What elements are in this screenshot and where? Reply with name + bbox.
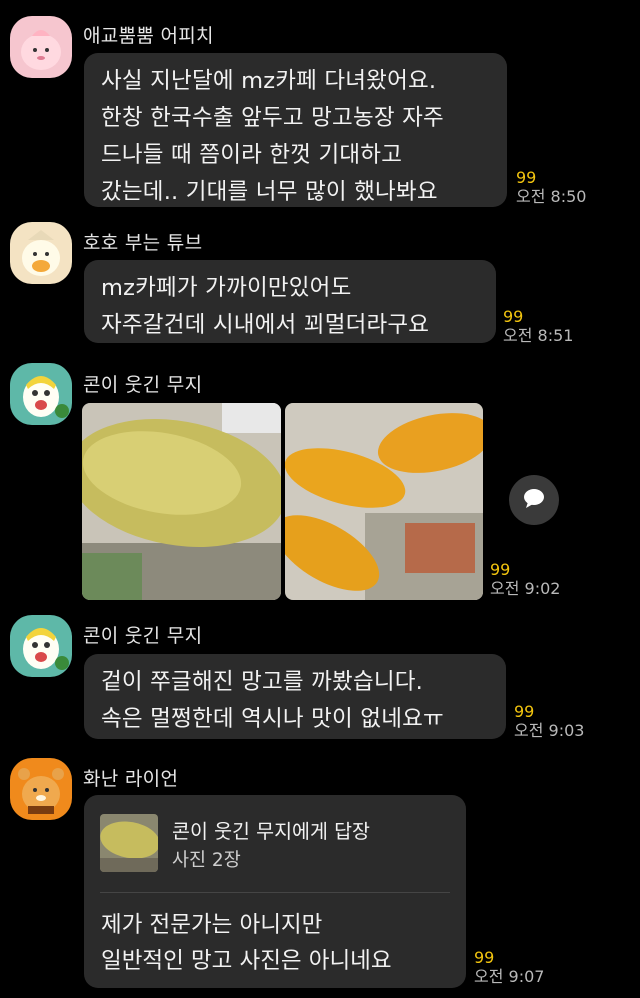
- reply-subtitle: 사진 2장: [172, 850, 241, 871]
- message-meta: 99 오전 8:51: [503, 307, 573, 345]
- message-line: 갔는데.. 기대를 너무 많이 했나봐요: [101, 179, 438, 205]
- tube-avatar-icon[interactable]: [10, 222, 72, 284]
- reply-title: 콘이 웃긴 무지에게 답장: [172, 820, 370, 843]
- unread-count: 99: [503, 307, 524, 326]
- message-bubble[interactable]: 겉이 쭈글해진 망고를 까봤습니다. 속은 멀쩡한데 역시나 맛이 없네요ㅠ: [84, 654, 506, 739]
- whole-mango-photo[interactable]: [82, 403, 281, 600]
- muzi-avatar-icon[interactable]: [10, 615, 72, 677]
- message-meta: 99 오전 9:03: [514, 702, 584, 740]
- muzi-avatar-icon[interactable]: [10, 363, 72, 425]
- message-line: 일반적인 망고 사진은 아니네요: [101, 948, 392, 974]
- timestamp: 오전 9:03: [514, 721, 585, 740]
- reply-photo-thumbnail[interactable]: [100, 814, 158, 872]
- unread-count: 99: [516, 168, 537, 187]
- message-line: 겉이 쭈글해진 망고를 까봤습니다.: [101, 669, 424, 695]
- ryan-avatar-icon[interactable]: [10, 758, 72, 820]
- message-line: mz카페가 가까이만있어도: [101, 275, 352, 301]
- timestamp: 오전 8:50: [516, 187, 587, 206]
- message-line: 한창 한국수출 앞두고 망고농장 자주: [101, 105, 444, 131]
- sliced-mango-photo[interactable]: [285, 403, 483, 600]
- message-line: 자주갈건데 시내에서 꾀멀더라구요: [101, 312, 430, 338]
- reply-divider: [100, 892, 450, 893]
- sender-name: 애교뿜뿜 어피치: [83, 25, 214, 47]
- sender-name: 콘이 웃긴 무지: [83, 625, 203, 647]
- timestamp: 오전 8:51: [503, 326, 574, 345]
- message-meta: 99 오전 9:07: [474, 948, 544, 986]
- message-meta: 99 오전 9:02: [490, 560, 560, 598]
- timestamp: 오전 9:07: [474, 967, 545, 986]
- reply-message-bubble[interactable]: 콘이 웃긴 무지에게 답장 사진 2장 제가 전문가는 아니지만 일반적인 망고…: [84, 795, 466, 988]
- sender-name: 콘이 웃긴 무지: [83, 374, 203, 396]
- message-line: 드나들 때 쯤이라 한껏 기대하고: [101, 142, 403, 168]
- apeach-avatar-icon[interactable]: [10, 16, 72, 78]
- timestamp: 오전 9:02: [490, 579, 561, 598]
- share-chat-icon: [522, 487, 546, 513]
- share-button[interactable]: [509, 475, 559, 525]
- message-line: 속은 멀쩡한데 역시나 맛이 없네요ㅠ: [101, 706, 444, 732]
- sender-name: 호호 부는 튜브: [83, 232, 203, 254]
- unread-count: 99: [490, 560, 511, 579]
- message-bubble[interactable]: 사실 지난달에 mz카페 다녀왔어요. 한창 한국수출 앞두고 망고농장 자주 …: [84, 53, 507, 207]
- sender-name: 화난 라이언: [83, 768, 179, 790]
- reply-body: 제가 전문가는 아니지만 일반적인 망고 사진은 아니네요: [101, 907, 392, 979]
- unread-count: 99: [474, 948, 495, 967]
- message-meta: 99 오전 8:50: [516, 168, 586, 206]
- message-line: 제가 전문가는 아니지만: [101, 912, 323, 938]
- unread-count: 99: [514, 702, 535, 721]
- message-line: 사실 지난달에 mz카페 다녀왔어요.: [101, 68, 437, 94]
- message-bubble[interactable]: mz카페가 가까이만있어도 자주갈건데 시내에서 꾀멀더라구요: [84, 260, 496, 343]
